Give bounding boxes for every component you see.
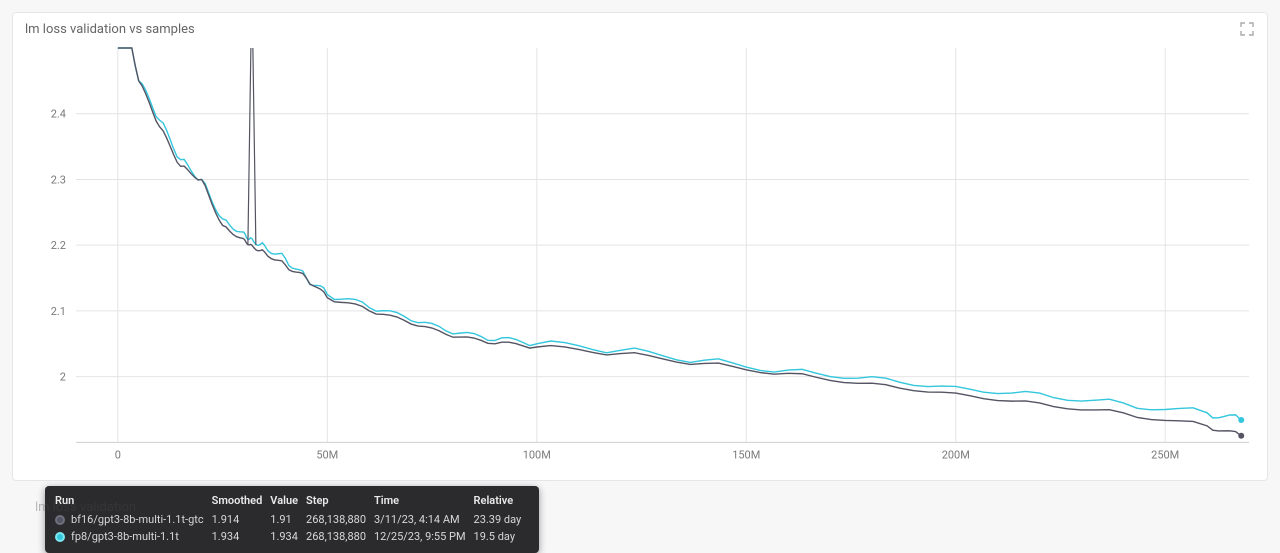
chart-title: lm loss validation vs samples [25,22,195,37]
tooltip-run-name: bf16/gpt3-8b-multi-1.1t-gtc [71,513,204,526]
tooltip-time: 12/25/23, 9:55 PM [374,528,474,545]
tooltip-swatch-icon [55,532,65,542]
tooltip-header: Relative [474,492,530,511]
chart-area[interactable]: 050M100M150M200M250M22.12.22.32.4 RunSmo… [13,43,1267,480]
tooltip-step: 268,138,880 [306,528,374,545]
chart-panel: lm loss validation vs samples 0 50M 100M 15… [12,12,1268,481]
tooltip-step: 268,138,880 [306,511,374,528]
tooltip-relative: 19.5 day [474,528,530,545]
series-fp8/gpt3-8b-multi-1.1t [118,48,1241,420]
svg-text:100M: 100M [523,448,551,461]
tooltip-relative: 23.39 day [474,511,530,528]
series-spike [248,48,256,245]
tooltip-row: bf16/gpt3-8b-multi-1.1t-gtc 1.9141.91268,… [55,511,529,528]
end-dot-bf16 [1238,433,1244,439]
tooltip-header: Time [374,492,474,511]
end-dot-fp8 [1238,417,1244,423]
fullscreen-icon[interactable] [1239,21,1255,37]
svg-text:2.4: 2.4 [51,108,66,121]
svg-text:50M: 50M [316,448,338,461]
svg-text:0: 0 [115,448,121,461]
tooltip-value: 1.91 [270,511,306,528]
tooltip-header: Step [306,492,374,511]
hover-tooltip: RunSmoothedValueStepTimeRelative bf16/gp… [45,486,539,553]
line-chart-svg: 0 50M 100M 150M 200M 250M 2 2.1 2.2 2.3 2.4 [21,43,1259,472]
tooltip-header: Smoothed [212,492,271,511]
tooltip-row: fp8/gpt3-8b-multi-1.1t1.9341.934268,138,… [55,528,529,545]
tooltip-swatch-icon [55,515,65,525]
svg-text:250M: 250M [1151,448,1179,461]
tooltip-header: Run [55,492,212,511]
svg-text:150M: 150M [732,448,760,461]
svg-text:2: 2 [60,371,66,384]
tooltip-smoothed: 1.934 [212,528,271,545]
svg-text:200M: 200M [942,448,970,461]
tooltip-smoothed: 1.914 [212,511,271,528]
series-bf16/gpt3-8b-multi-1.1t-gtc [118,48,1241,436]
axis-labels: 0 50M 100M 150M 200M 250M 2 2.1 2.2 2.3 2.4 [51,108,1180,462]
svg-text:2.3: 2.3 [51,173,66,186]
svg-text:2.2: 2.2 [51,239,66,252]
panel-header: lm loss validation vs samples [13,13,1267,43]
svg-text:2.1: 2.1 [51,305,66,318]
tooltip-value: 1.934 [270,528,306,545]
tooltip-time: 3/11/23, 4:14 AM [374,511,474,528]
tooltip-header: Value [270,492,306,511]
tooltip-table: RunSmoothedValueStepTimeRelative bf16/gp… [55,492,529,545]
tooltip-run-name: fp8/gpt3-8b-multi-1.1t [71,530,179,543]
